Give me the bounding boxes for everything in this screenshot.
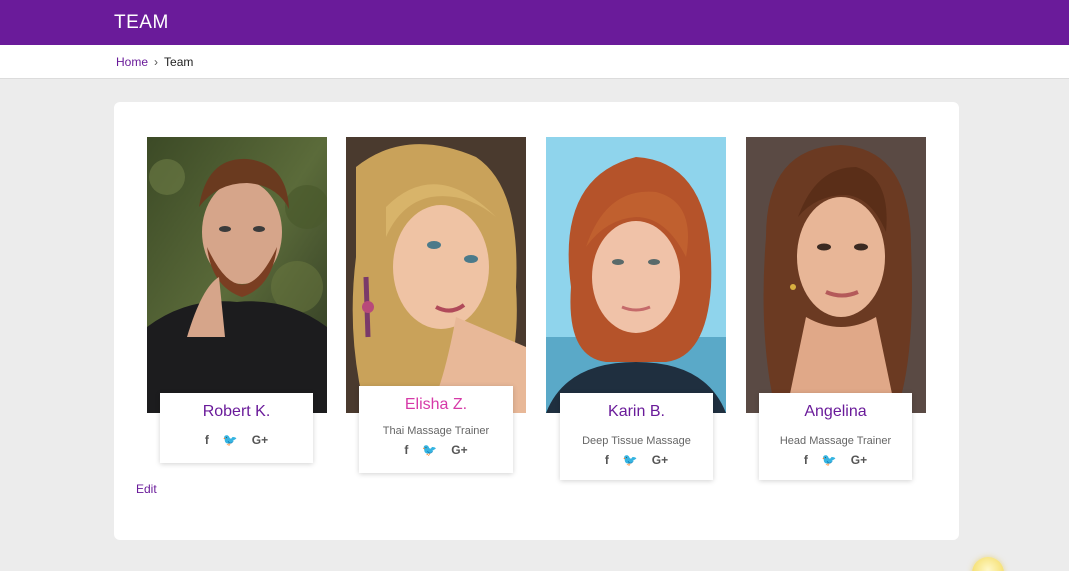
social-links: f 🐦 G+ <box>759 453 912 467</box>
facebook-icon[interactable]: f <box>605 453 609 467</box>
social-links: f 🐦 G+ <box>359 443 513 457</box>
team-card-robert: Robert K. f 🐦 G+ <box>160 393 313 463</box>
member-name[interactable]: Elisha Z. <box>359 396 513 414</box>
social-links: f 🐦 G+ <box>560 453 713 467</box>
team-photo-angelina <box>746 137 926 413</box>
social-links: f 🐦 G+ <box>160 433 313 447</box>
breadcrumb-bar: Home › Team <box>0 45 1069 79</box>
top-header-bar: TEAM <box>0 0 1069 45</box>
facebook-icon[interactable]: f <box>205 433 209 447</box>
google-plus-icon[interactable]: G+ <box>252 433 268 447</box>
facebook-icon[interactable]: f <box>804 453 808 467</box>
twitter-icon[interactable]: 🐦 <box>623 453 638 467</box>
member-role: Thai Massage Trainer <box>382 425 490 437</box>
member-name[interactable]: Karin B. <box>560 403 713 421</box>
member-name[interactable]: Robert K. <box>160 403 313 421</box>
team-photo-karin <box>546 137 726 413</box>
team-card-angelina: Angelina Head Massage Trainer f 🐦 G+ <box>759 393 912 480</box>
team-card-elisha: Elisha Z. Thai Massage Trainer f 🐦 G+ <box>359 386 513 473</box>
breadcrumb-home-link[interactable]: Home <box>116 55 148 69</box>
google-plus-icon[interactable]: G+ <box>652 453 668 467</box>
google-plus-icon[interactable]: G+ <box>451 443 467 457</box>
member-role: Head Massage Trainer <box>779 435 892 447</box>
twitter-icon[interactable]: 🐦 <box>422 443 437 457</box>
edit-link[interactable]: Edit <box>136 482 157 496</box>
breadcrumb-current: Team <box>164 55 194 69</box>
twitter-icon[interactable]: 🐦 <box>822 453 837 467</box>
team-photo-elisha <box>346 137 526 413</box>
twitter-icon[interactable]: 🐦 <box>223 433 238 447</box>
team-card-karin: Karin B. Deep Tissue Massage f 🐦 G+ <box>560 393 713 480</box>
floating-action-orb[interactable] <box>972 557 1004 571</box>
member-role: Deep Tissue Massage <box>582 435 691 447</box>
facebook-icon[interactable]: f <box>404 443 408 457</box>
chevron-right-icon: › <box>154 55 159 69</box>
google-plus-icon[interactable]: G+ <box>851 453 867 467</box>
page-title: TEAM <box>114 12 169 33</box>
team-photo-robert <box>147 137 327 413</box>
member-name[interactable]: Angelina <box>759 403 912 421</box>
breadcrumb: Home › Team <box>116 55 193 69</box>
